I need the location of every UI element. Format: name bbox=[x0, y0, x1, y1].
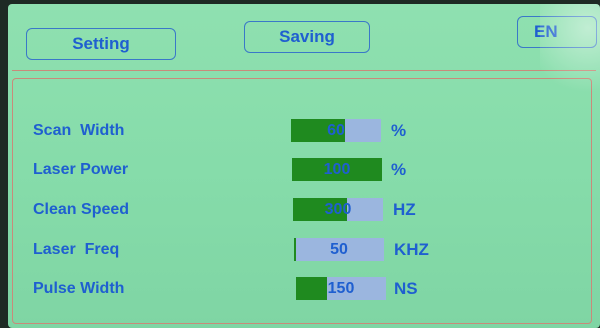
param-label: Pulse Width bbox=[33, 280, 125, 297]
saving-button[interactable]: Saving bbox=[244, 21, 370, 53]
parameter-panel: Scan Width 60 % Laser Power 100 % Clean … bbox=[12, 78, 592, 324]
param-label: Laser Freq bbox=[33, 241, 120, 258]
header-divider bbox=[12, 70, 596, 71]
param-row-laser-power: Laser Power 100 % bbox=[13, 158, 593, 182]
param-unit: % bbox=[391, 121, 407, 140]
param-value: 60 bbox=[327, 122, 345, 139]
param-slider[interactable]: 60 bbox=[291, 119, 381, 142]
param-slider[interactable]: 300 bbox=[293, 198, 383, 221]
param-slider[interactable]: 100 bbox=[292, 158, 382, 181]
param-unit: NS bbox=[394, 279, 418, 298]
setting-button[interactable]: Setting bbox=[26, 28, 176, 60]
param-row-clean-speed: Clean Speed 300 HZ bbox=[13, 198, 593, 222]
top-bar: Setting Saving EN bbox=[8, 4, 600, 70]
param-unit: HZ bbox=[393, 200, 416, 219]
param-unit: % bbox=[391, 160, 407, 179]
param-label: Clean Speed bbox=[33, 201, 130, 218]
param-label: Scan Width bbox=[33, 122, 125, 139]
param-value: 100 bbox=[323, 161, 351, 178]
param-value: 150 bbox=[327, 280, 355, 297]
param-row-scan-width: Scan Width 60 % bbox=[13, 119, 593, 143]
param-slider[interactable]: 50 bbox=[294, 238, 384, 261]
param-row-laser-freq: Laser Freq 50 KHZ bbox=[13, 238, 593, 262]
param-row-pulse-width: Pulse Width 150 NS bbox=[13, 277, 593, 301]
param-label: Laser Power bbox=[33, 161, 129, 178]
param-slider[interactable]: 150 bbox=[296, 277, 386, 300]
language-button[interactable]: EN bbox=[517, 16, 597, 48]
param-value: 50 bbox=[330, 241, 348, 258]
param-unit: KHZ bbox=[394, 240, 429, 259]
param-value: 300 bbox=[324, 201, 352, 218]
control-screen: Setting Saving EN Scan Width 60 % Laser … bbox=[8, 4, 600, 328]
